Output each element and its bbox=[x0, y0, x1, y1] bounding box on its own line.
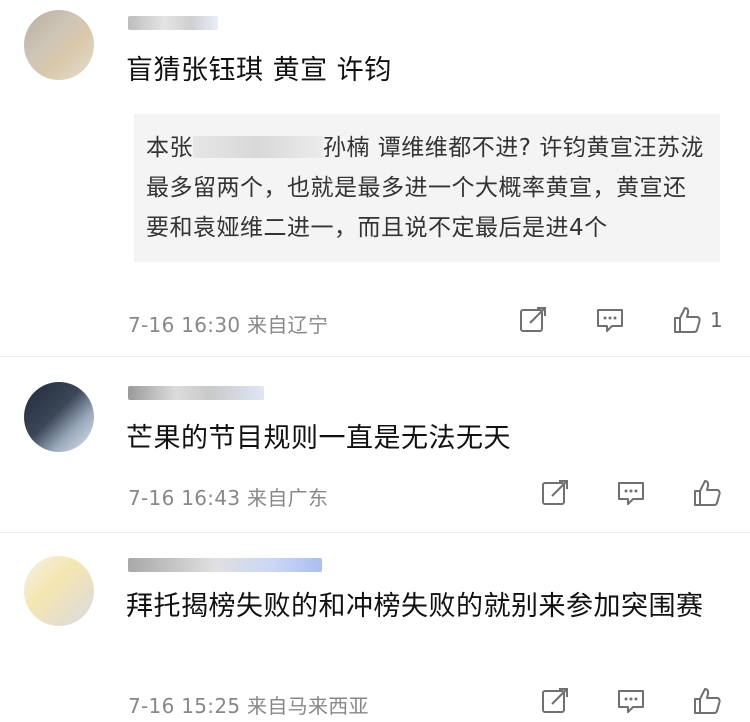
comment-actions bbox=[540, 686, 722, 716]
like-icon[interactable] bbox=[692, 686, 722, 716]
like-icon[interactable] bbox=[672, 305, 702, 335]
username-redacted[interactable] bbox=[128, 16, 218, 30]
comment-icon[interactable] bbox=[595, 305, 625, 335]
share-icon[interactable] bbox=[540, 478, 570, 508]
avatar[interactable] bbox=[24, 556, 94, 626]
redacted-name-mask bbox=[193, 136, 323, 158]
username-redacted[interactable] bbox=[128, 386, 264, 400]
comment-meta: 7-16 16:43 来自广东 bbox=[128, 486, 329, 510]
comment-meta: 7-16 15:25 来自马来西亚 bbox=[128, 694, 369, 718]
comment-actions bbox=[540, 478, 722, 508]
comment-text: 芒果的节目规则一直是无法无天 bbox=[126, 423, 511, 454]
like-count: 1 bbox=[710, 308, 723, 332]
comment-text: 盲猜张钰琪 黄宣 许钧 bbox=[126, 55, 392, 86]
comment-icon[interactable] bbox=[616, 686, 646, 716]
comment-actions: 1 bbox=[518, 305, 723, 335]
share-icon[interactable] bbox=[518, 305, 548, 335]
quoted-comment[interactable]: 本张 孙楠 谭维维都不进? 许钧黄宣汪苏泷最多留两个，也就是最多进一个大概率黄宣，… bbox=[134, 114, 720, 262]
comment-text: 拜托揭榜失败的和冲榜失败的就别来参加突围赛 bbox=[126, 591, 704, 622]
quote-prefix: 本张 bbox=[146, 135, 193, 161]
like-icon[interactable] bbox=[692, 478, 722, 508]
divider bbox=[0, 532, 750, 533]
share-icon[interactable] bbox=[540, 686, 570, 716]
comment-icon[interactable] bbox=[616, 478, 646, 508]
divider bbox=[0, 356, 750, 357]
avatar[interactable] bbox=[24, 382, 94, 452]
comment-meta: 7-16 16:30 来自辽宁 bbox=[128, 313, 329, 337]
username-redacted[interactable] bbox=[128, 558, 322, 572]
avatar[interactable] bbox=[24, 10, 94, 80]
